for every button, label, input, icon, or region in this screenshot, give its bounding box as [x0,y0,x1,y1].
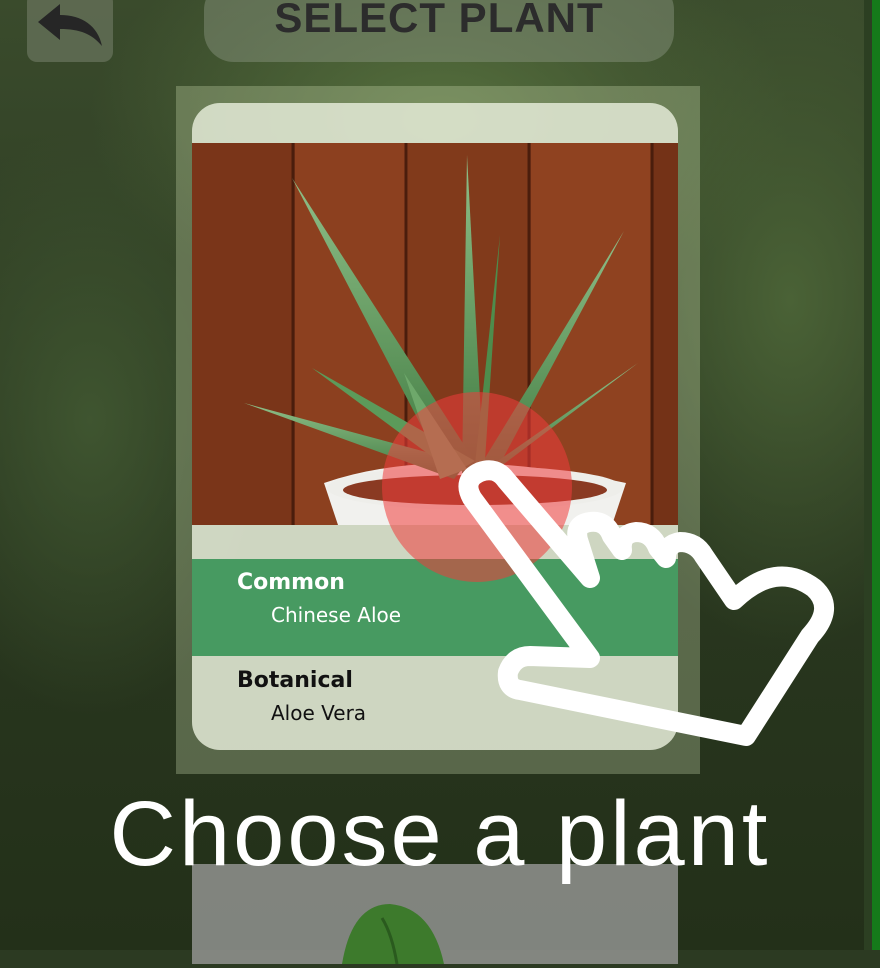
hint-caption: Choose a plant [109,783,771,885]
back-button[interactable] [27,0,113,62]
common-heading: Common [237,570,345,595]
pointing-hand-icon [458,460,834,746]
botanical-value: Aloe Vera [271,701,367,725]
back-arrow-icon [38,4,102,46]
title-pill: SELECT PLANT [204,0,674,62]
botanical-heading: Botanical [237,668,353,693]
common-value: Chinese Aloe [271,603,402,627]
page-title: SELECT PLANT [274,0,604,41]
